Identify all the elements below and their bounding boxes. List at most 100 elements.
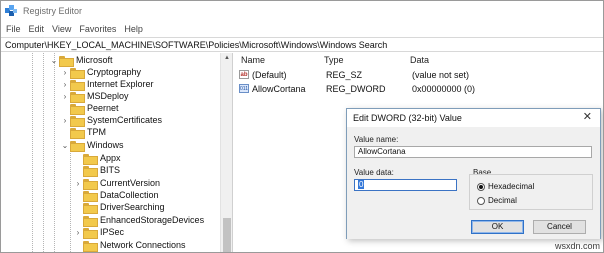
tree-item-network-connections[interactable]: Network Connections	[73, 239, 186, 252]
tree-item-label: Microsoft	[76, 55, 113, 65]
tree-item-label: DriverSearching	[100, 202, 165, 212]
folder-icon	[83, 153, 98, 165]
tree-item-label: SystemCertificates	[87, 115, 163, 125]
collapse-icon[interactable]: ⌄	[60, 141, 70, 150]
value-data: (value not set)	[412, 69, 470, 80]
expand-icon[interactable]: ›	[60, 68, 70, 77]
address-bar[interactable]: Computer\HKEY_LOCAL_MACHINE\SOFTWARE\Pol…	[1, 37, 603, 52]
tree-item-label: Cryptography	[87, 67, 142, 77]
folder-icon	[83, 202, 98, 214]
hexadecimal-radio[interactable]: Hexadecimal	[477, 182, 534, 191]
decimal-label: Decimal	[488, 196, 517, 205]
value-name-field[interactable]: AllowCortana	[354, 146, 592, 158]
tree-item-datacollection[interactable]: DataCollection	[73, 189, 159, 202]
registry-editor-icon	[5, 5, 17, 17]
menu-bar: File Edit View Favorites Help	[1, 22, 151, 36]
tree-item-label: Windows	[87, 140, 124, 150]
value-name: AllowCortana	[252, 83, 306, 94]
tree-item-microsoft[interactable]: ⌄ Microsoft	[49, 54, 113, 67]
folder-icon	[83, 190, 98, 202]
menu-view[interactable]: View	[52, 24, 71, 34]
value-data-text: 0	[358, 180, 365, 189]
folder-icon	[70, 115, 85, 127]
value-row-allowcortana[interactable]: 011 AllowCortana REG_DWORD 0x00000000 (0…	[239, 82, 599, 95]
menu-help[interactable]: Help	[124, 24, 143, 34]
folder-icon	[83, 227, 98, 239]
hexadecimal-label: Hexadecimal	[488, 182, 535, 191]
tree-item-driversearching[interactable]: DriverSearching	[73, 201, 165, 214]
value-data: 0x00000000 (0)	[412, 83, 476, 94]
tree-item-msdeploy[interactable]: › MSDeploy	[60, 90, 129, 103]
tree-item-currentversion[interactable]: › CurrentVersion	[73, 177, 161, 190]
tree-item-label: Internet Explorer	[87, 79, 154, 89]
folder-icon	[83, 240, 98, 252]
folder-icon	[70, 140, 85, 152]
dialog-title: Edit DWORD (32-bit) Value	[353, 113, 462, 123]
value-row-default[interactable]: ab (Default) REG_SZ (value not set)	[239, 68, 599, 81]
column-header-name[interactable]: Name	[241, 55, 265, 69]
column-header-type[interactable]: Type	[324, 55, 344, 69]
tree-item-bits[interactable]: BITS	[73, 164, 121, 177]
tree-item-label: EnhancedStorageDevices	[100, 215, 205, 225]
tree-item-label: CurrentVersion	[100, 178, 161, 188]
registry-editor-window: Registry Editor File Edit View Favorites…	[0, 0, 604, 253]
radio-unselected-icon	[477, 196, 485, 205]
key-tree: ⌄ Microsoft › Cryptography › Internet Ex…	[1, 53, 233, 252]
tree-item-label: Appx	[100, 153, 121, 163]
value-data-label: Value data:	[354, 168, 394, 177]
folder-icon	[83, 165, 98, 177]
folder-icon	[83, 215, 98, 227]
folder-icon	[70, 79, 85, 91]
folder-icon	[70, 91, 85, 103]
binary-value-icon: 011	[239, 84, 249, 93]
tree-scrollbar[interactable]: ▲	[220, 53, 233, 252]
tree-item-label: DataCollection	[100, 190, 159, 200]
window-title: Registry Editor	[23, 6, 83, 16]
folder-icon	[70, 103, 85, 115]
folder-icon	[70, 127, 85, 139]
column-header-data[interactable]: Data	[410, 55, 429, 69]
watermark: wsxdn.com	[554, 241, 600, 251]
value-type: REG_SZ	[326, 69, 363, 80]
tree-item-internet-explorer[interactable]: › Internet Explorer	[60, 78, 154, 91]
expand-icon[interactable]: ›	[60, 80, 70, 89]
tree-item-label: BITS	[100, 165, 121, 175]
folder-icon	[70, 67, 85, 79]
tree-item-label: TPM	[87, 127, 106, 137]
tree-item-cryptography[interactable]: › Cryptography	[60, 66, 142, 79]
close-icon[interactable]: ✕	[583, 110, 592, 123]
radio-selected-icon	[477, 182, 485, 191]
collapse-icon[interactable]: ⌄	[49, 56, 59, 65]
scrollbar-thumb[interactable]	[223, 218, 231, 252]
tree-item-ipsec[interactable]: › IPSec	[73, 226, 125, 239]
title-bar: Registry Editor	[1, 1, 603, 21]
scroll-up-arrow-icon[interactable]: ▲	[221, 53, 233, 63]
decimal-radio[interactable]: Decimal	[477, 196, 517, 205]
edit-dword-dialog: Edit DWORD (32-bit) Value ✕ Value name: …	[346, 108, 601, 239]
tree-item-label: MSDeploy	[87, 91, 129, 101]
tree-item-label: IPSec	[100, 227, 125, 237]
menu-file[interactable]: File	[6, 24, 21, 34]
dialog-body: Value name: AllowCortana Value data: 0 B…	[347, 127, 600, 239]
tree-item-peernet[interactable]: Peernet	[60, 102, 119, 115]
tree-item-label: Peernet	[87, 103, 119, 113]
expand-icon[interactable]: ›	[60, 116, 70, 125]
folder-icon	[83, 178, 98, 190]
expand-icon[interactable]: ›	[60, 92, 70, 101]
ok-button[interactable]: OK	[471, 220, 524, 234]
value-data-input[interactable]: 0	[354, 179, 457, 191]
value-name-label: Value name:	[354, 135, 399, 144]
tree-item-systemcertificates[interactable]: › SystemCertificates	[60, 114, 163, 127]
tree-item-tpm[interactable]: TPM	[60, 126, 106, 139]
cancel-button[interactable]: Cancel	[533, 220, 586, 234]
menu-favorites[interactable]: Favorites	[79, 24, 116, 34]
tree-item-windows[interactable]: ⌄ Windows	[60, 139, 124, 152]
menu-edit[interactable]: Edit	[29, 24, 45, 34]
tree-item-appx[interactable]: Appx	[73, 152, 121, 165]
string-value-icon: ab	[239, 70, 249, 79]
value-type: REG_DWORD	[326, 83, 386, 94]
tree-item-enhancedstoragedevices[interactable]: EnhancedStorageDevices	[73, 214, 205, 227]
expand-icon[interactable]: ›	[73, 179, 83, 188]
folder-icon	[59, 55, 74, 67]
expand-icon[interactable]: ›	[73, 228, 83, 237]
